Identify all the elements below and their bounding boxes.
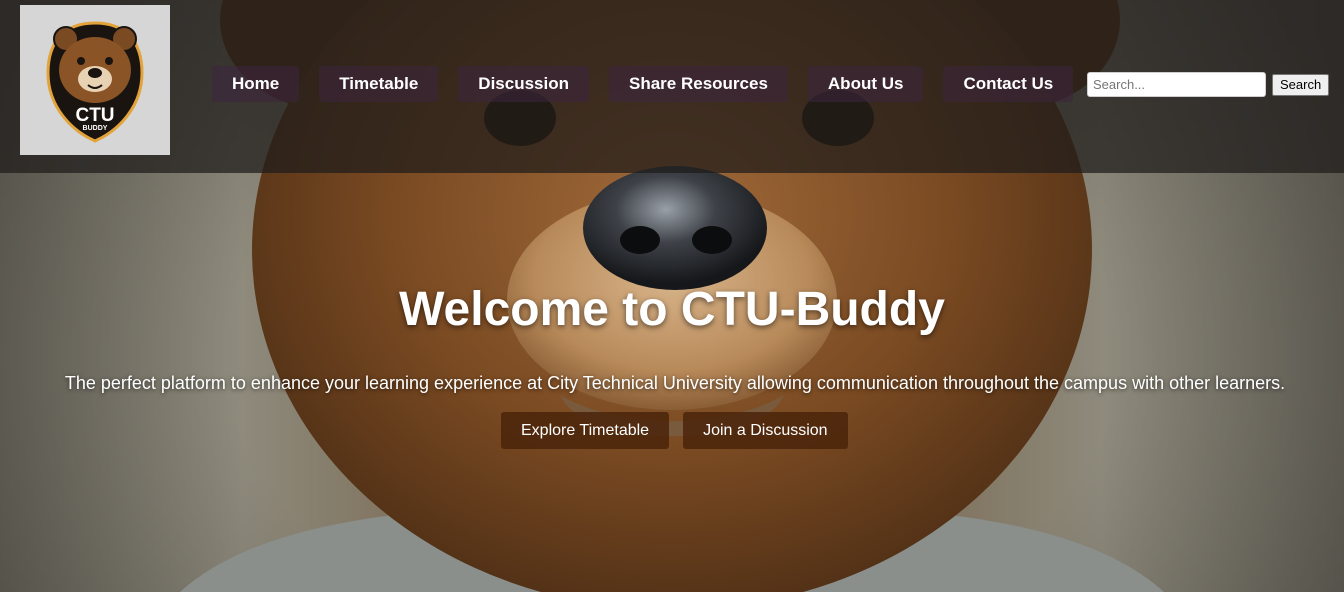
join-discussion-button[interactable]: Join a Discussion — [683, 412, 848, 449]
hero-title: Welcome to CTU-Buddy — [399, 283, 945, 336]
logo[interactable]: CTU BUDDY — [20, 5, 170, 155]
hero-actions: Explore Timetable Join a Discussion — [501, 412, 848, 449]
main-nav: Home Timetable Discussion Share Resource… — [212, 66, 1074, 102]
nav-contact-us[interactable]: Contact Us — [943, 66, 1074, 102]
search-input[interactable] — [1087, 72, 1266, 97]
explore-timetable-button[interactable]: Explore Timetable — [501, 412, 670, 449]
logo-subtext: BUDDY — [82, 125, 108, 132]
logo-text: CTU — [75, 105, 115, 126]
nav-home[interactable]: Home — [212, 66, 300, 102]
hero-subtitle: The perfect platform to enhance your lea… — [64, 373, 1286, 393]
nav-share-resources[interactable]: Share Resources — [609, 66, 788, 102]
nav-discussion[interactable]: Discussion — [458, 66, 589, 102]
site-header: CTU BUDDY Home Timetable Discussion Shar… — [0, 0, 1344, 173]
search-button[interactable]: Search — [1272, 73, 1330, 96]
search-form: Search — [1087, 72, 1330, 97]
nav-about-us[interactable]: About Us — [807, 66, 924, 102]
nav-timetable[interactable]: Timetable — [319, 66, 439, 102]
